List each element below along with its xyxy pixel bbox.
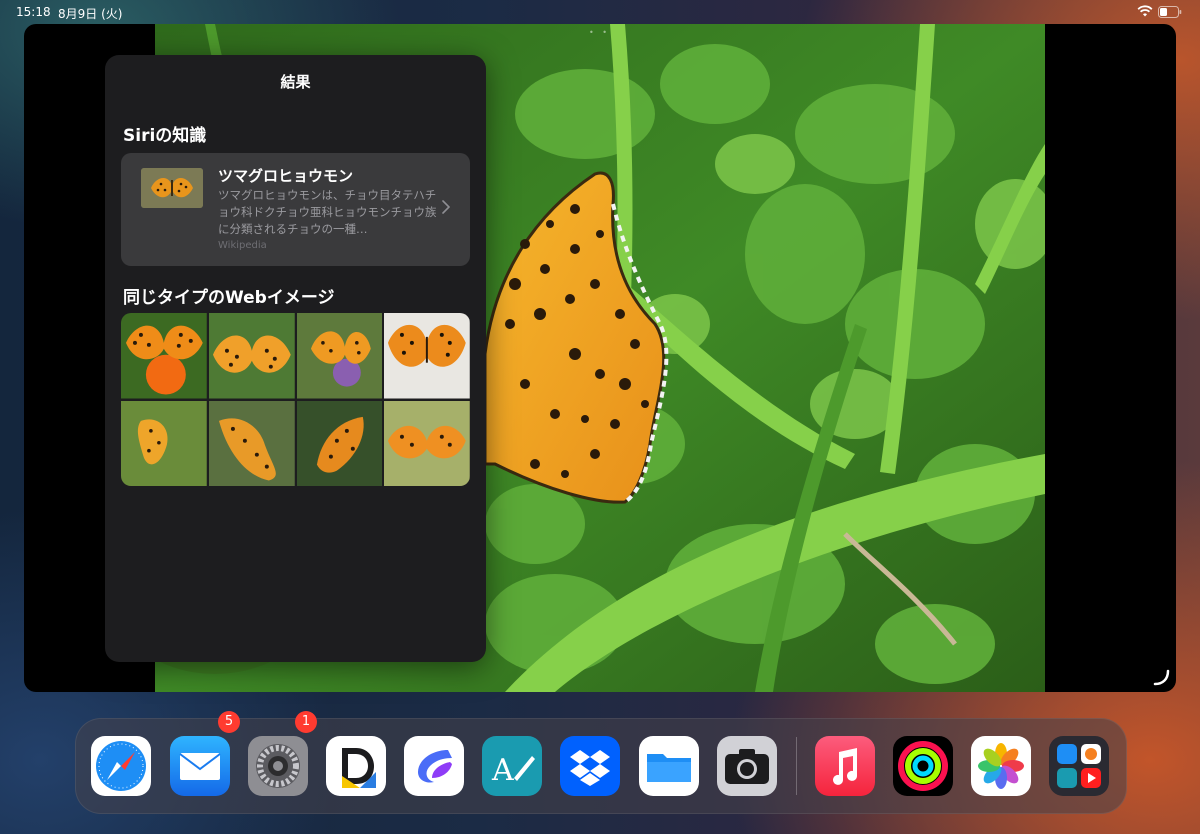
chevron-right-icon [442,200,450,214]
card-source: Wikipedia [218,240,267,251]
mail-app-icon[interactable] [170,736,230,796]
similar-image-5[interactable] [121,400,207,486]
card-title: ツマグロヒョウモン [218,167,354,185]
similar-image-4[interactable] [384,313,470,399]
siri-knowledge-heading: Siriの知識 [123,126,207,146]
similar-image-3[interactable] [296,313,383,399]
battery-icon [1158,6,1182,18]
lookup-results-panel: 結果 Siriの知識 ツマグロヒョウモン ツマグロヒョウモンは、チョウ目タテハチ… [105,55,486,662]
settings-badge: 1 [295,711,317,733]
similar-image-8[interactable] [384,400,470,486]
files-app-icon[interactable] [639,736,699,796]
siri-knowledge-card[interactable]: ツマグロヒョウモン ツマグロヒョウモンは、チョウ目タテハチョウ科ドクチョウ亜科ヒ… [121,153,470,266]
dock-divider [796,737,797,795]
card-description: ツマグロヒョウモンは、チョウ目タテハチョウ科ドクチョウ亜科ヒョウモンチョウ族に分… [218,188,437,236]
music-app-icon[interactable] [815,736,875,796]
safari-app-icon[interactable] [91,736,151,796]
status-time: 15:18 [16,5,51,19]
similar-image-2[interactable] [208,313,295,399]
similar-image-6[interactable] [208,400,295,486]
settings-app-icon[interactable] [248,736,308,796]
status-date: 8月9日 (火) [58,7,123,21]
app-library-icon[interactable] [1049,736,1109,796]
mail-badge: 5 [218,711,240,733]
similar-images-grid [121,313,470,486]
craft-app-icon[interactable] [404,736,464,796]
camera-app-icon[interactable] [717,736,777,796]
page-indicator: • • [589,28,610,37]
photos-app-icon[interactable] [971,736,1031,796]
dock: 5 1 A [75,711,1127,814]
documents-app-icon[interactable] [326,736,386,796]
status-bar: 15:18 8月9日 (火) [0,0,1200,24]
fitness-app-icon[interactable] [893,736,953,796]
panel-title: 結果 [280,73,311,91]
similar-images-heading: 同じタイプのWebイメージ [123,288,335,308]
notes-writer-app-icon[interactable]: A [482,736,542,796]
similar-image-1[interactable] [121,313,207,399]
wifi-icon [1137,5,1153,17]
card-thumbnail [141,168,203,208]
dropbox-app-icon[interactable] [560,736,620,796]
svg-text:A: A [491,753,514,788]
similar-image-7[interactable] [296,400,383,486]
resize-handle-icon[interactable] [1152,668,1170,686]
